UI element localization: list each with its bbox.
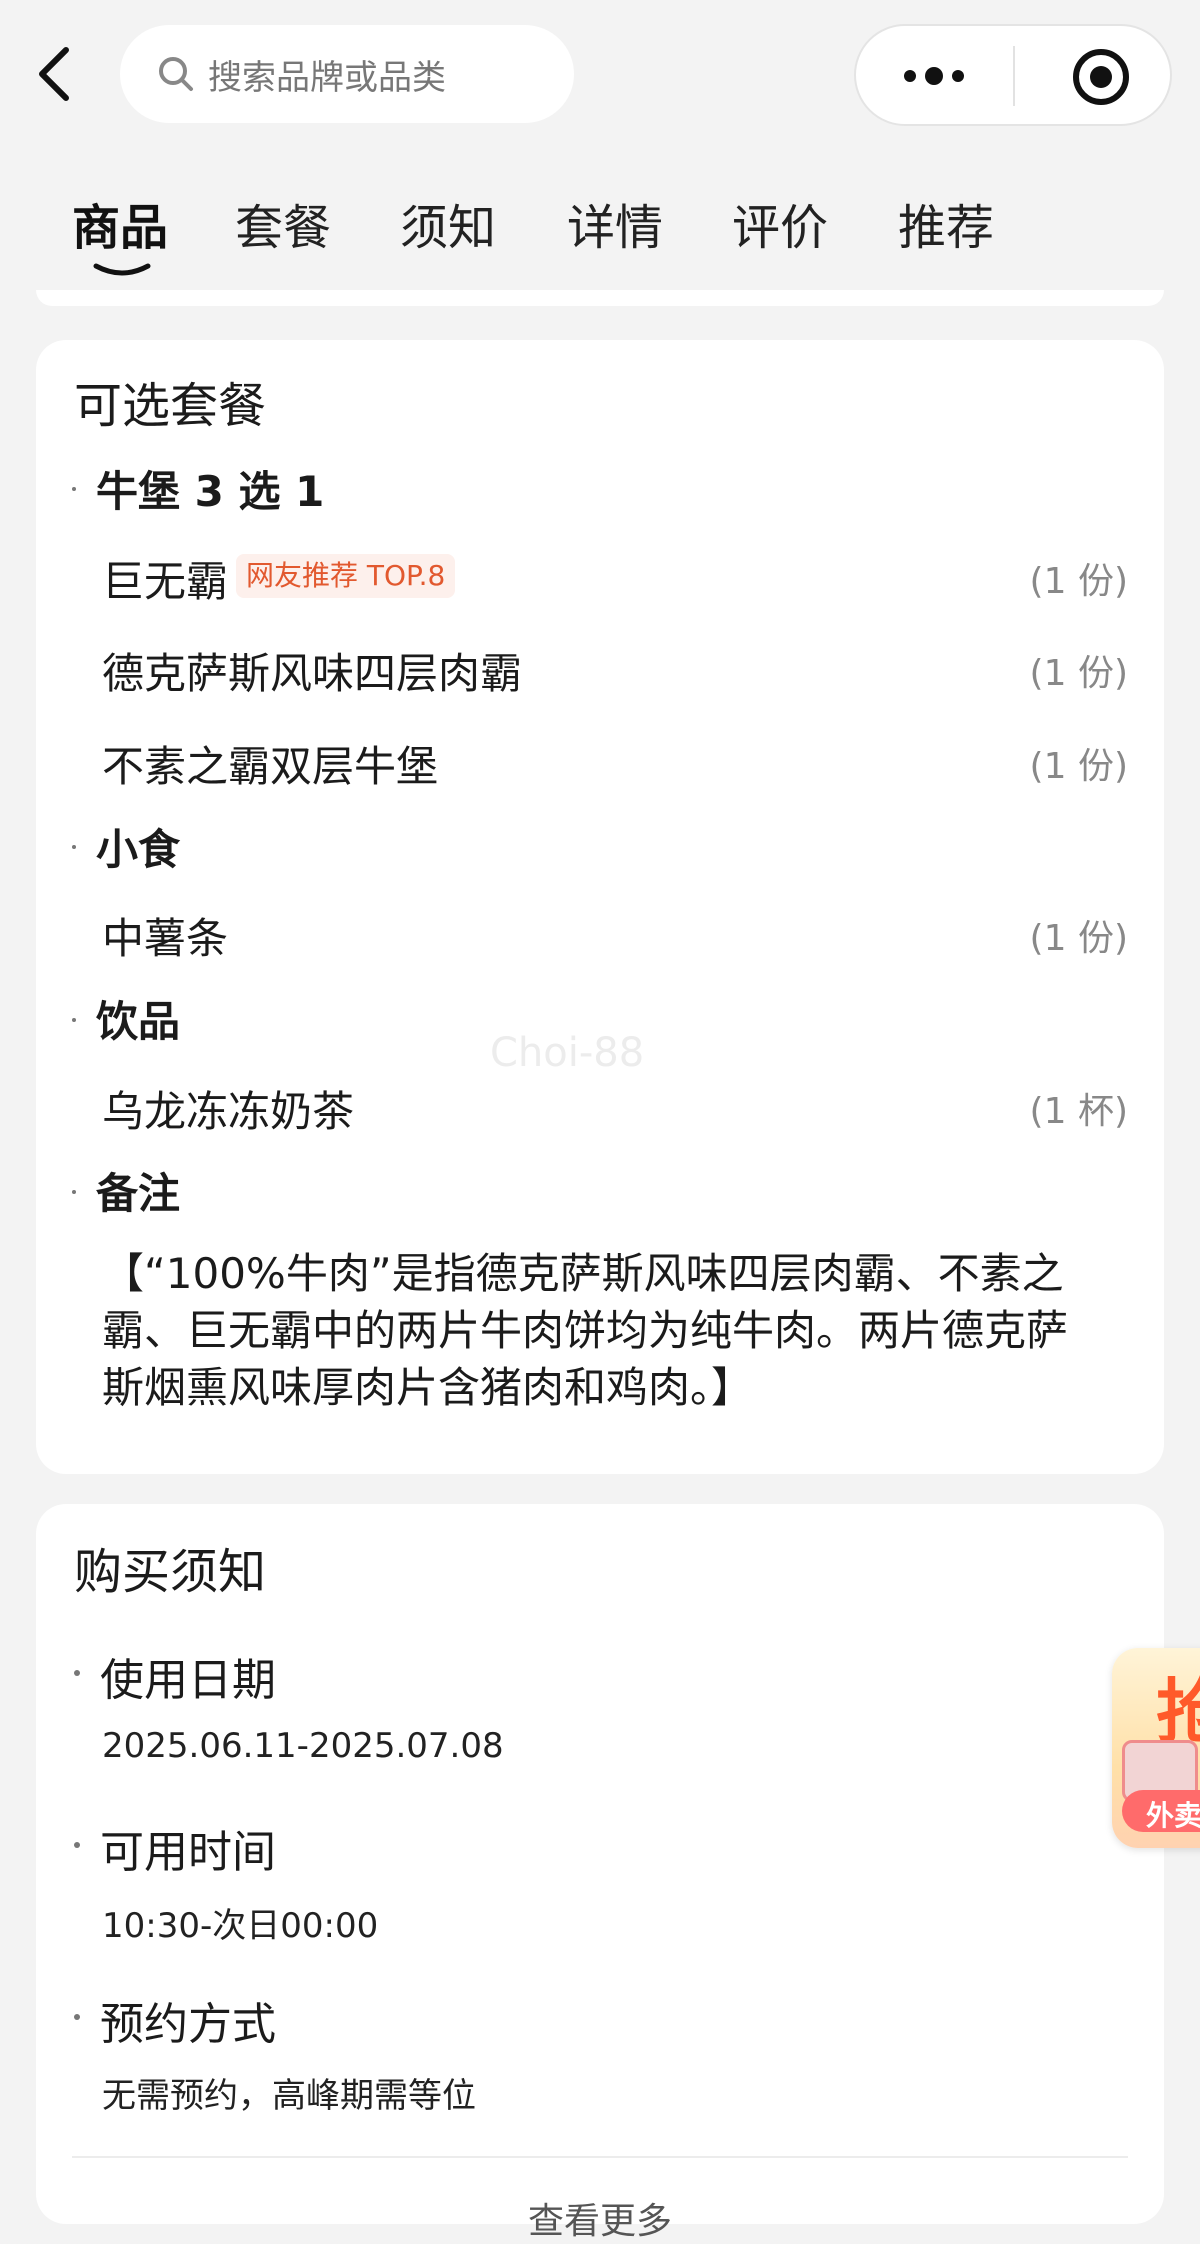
list-item: 中薯条 (1 份) [102,905,1128,965]
item-name: 乌龙冻冻奶茶 [102,1087,355,1136]
list-item: 巨无霸 网友推荐 TOP.8 (1 份) [102,548,1128,608]
previous-card-edge [36,290,1164,306]
notice-card: 购买须知 使用日期 2025.06.11-2025.07.08 可用时间 10:… [36,1504,1164,2242]
note-title: 备注 [96,1169,181,1218]
bullet [72,1190,76,1194]
item-name: 巨无霸 [102,557,229,606]
tab-notice[interactable]: 须知 [400,188,496,258]
promo-pill-text: 外卖 [1146,1799,1200,1832]
search-input[interactable]: 搜索品牌或品类 [120,25,574,123]
item-qty: (1 杯) [1029,1091,1128,1132]
list-item: 德克萨斯风味四层肉霸 (1 份) [102,640,1128,700]
notice-label-booking: 预约方式 [100,1999,276,2050]
tab-reviews[interactable]: 评价 [732,188,828,258]
item-qty: (1 份) [1029,918,1128,959]
list-item: 不素之霸双层牛堡 (1 份) [102,733,1128,793]
notice-card-title: 购买须知 [74,1544,267,1600]
divider [72,2156,1128,2158]
search-placeholder: 搜索品牌或品类 [208,57,446,98]
back-arrow-icon[interactable] [30,42,82,106]
tab-recommend[interactable]: 推荐 [898,188,994,258]
notice-value-booking: 无需预约，高峰期需等位 [102,2076,476,2116]
item-qty: (1 份) [1029,653,1128,694]
item-name: 德克萨斯风味四层肉霸 [102,649,523,698]
notice-value-date: 2025.06.11-2025.07.08 [102,1726,504,1766]
package-card: 可选套餐 牛堡 3 选 1 巨无霸 网友推荐 TOP.8 (1 份) 德克萨斯风… [36,340,1164,1474]
note-text: 【“100%牛肉”是指德克萨斯风味四层肉霸、不素之 霸、巨无霸中的两片牛肉饼均为… [102,1249,1069,1412]
bullet [74,2014,80,2020]
bullet [74,1842,80,1848]
tab-package[interactable]: 套餐 [235,188,331,258]
item-name: 不素之霸双层牛堡 [102,742,439,791]
search-icon [159,57,193,91]
package-card-title: 可选套餐 [74,378,267,434]
view-more-link[interactable]: 查看更多 [36,2192,1164,2244]
group-title-snack: 小食 [96,825,181,874]
list-item: 乌龙冻冻奶茶 (1 杯) [102,1078,1128,1138]
bullet [72,487,76,491]
notice-value-time: 10:30-次日00:00 [102,1906,379,1946]
mini-program-capsule [854,24,1172,126]
floating-promo-badge[interactable]: 抢 外卖 [1112,1648,1200,1848]
target-icon[interactable] [1070,46,1132,108]
group-title-burger: 牛堡 3 选 1 [96,467,325,516]
tab-products[interactable]: 商品 [72,188,168,258]
bullet [72,845,76,849]
item-qty: (1 份) [1029,561,1128,602]
more-dots-icon[interactable] [898,52,970,100]
notice-label-time: 可用时间 [100,1827,276,1878]
capsule-divider [1013,46,1015,106]
item-qty: (1 份) [1029,746,1128,787]
group-title-drink: 饮品 [96,997,181,1046]
recommend-tag: 网友推荐 TOP.8 [236,554,456,598]
tab-details[interactable]: 详情 [567,188,663,258]
notice-label-date: 使用日期 [100,1655,276,1706]
item-name: 中薯条 [102,914,229,963]
bullet [72,1018,76,1022]
watermark: Choi-88 [490,1030,645,1076]
bullet [74,1670,80,1676]
active-tab-indicator [93,263,151,276]
